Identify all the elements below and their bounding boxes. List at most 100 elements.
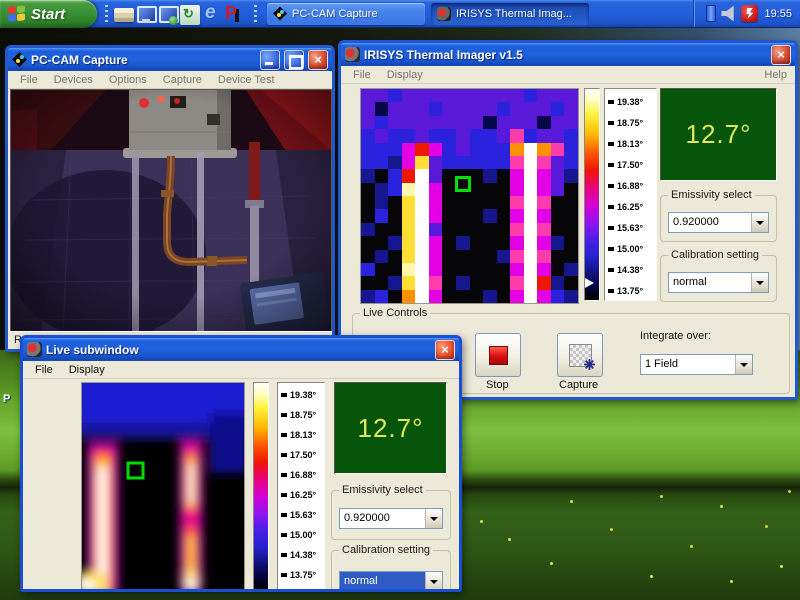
capture-icon <box>569 344 592 367</box>
taskbar-clock: 19:55 <box>764 8 792 20</box>
taskbar-grip[interactable] <box>105 5 108 22</box>
wallpaper-flowers <box>480 520 483 523</box>
scale-tick-icon <box>608 226 614 230</box>
dropdown-button[interactable] <box>751 273 768 292</box>
thermal-image-main[interactable] <box>360 88 579 304</box>
start-button-label: Start <box>31 6 65 23</box>
irisys-window-title: IRISYS Thermal Imager v1.5 <box>364 48 767 62</box>
volume-icon[interactable] <box>721 5 738 22</box>
scale-label: 16.88° <box>281 465 324 485</box>
scale-tick-icon <box>608 205 614 209</box>
temperature-value: 12.7° <box>357 413 423 444</box>
irisys-titlebar[interactable]: IRISYS Thermal Imager v1.5 × <box>341 43 795 66</box>
recycle-icon[interactable] <box>180 5 200 25</box>
pccam-app-icon <box>12 52 27 67</box>
emissivity-select[interactable]: 0.920000 <box>668 212 769 233</box>
close-button[interactable]: × <box>771 45 791 65</box>
chevron-down-icon <box>740 363 748 367</box>
pccam-icon <box>273 7 287 21</box>
dropdown-button[interactable] <box>425 509 442 528</box>
temperature-scale: 19.38°18.75°18.13°17.50°16.88°16.25°15.6… <box>604 88 657 301</box>
scale-tick-icon <box>608 163 614 167</box>
chevron-down-icon <box>756 281 764 285</box>
menu-item-display[interactable]: Display <box>379 69 431 81</box>
scale-label: 14.38° <box>281 545 324 565</box>
chevron-down-icon <box>430 580 438 584</box>
scale-tick-icon <box>281 553 287 557</box>
emissivity-value: 0.920000 <box>340 509 425 528</box>
taskbar-grip[interactable] <box>254 5 257 22</box>
subwindow-titlebar[interactable]: Live subwindow × <box>23 338 459 361</box>
menu-item-capture[interactable]: Capture <box>155 74 210 86</box>
close-button[interactable]: × <box>308 50 328 70</box>
scale-tick-icon <box>608 268 614 272</box>
screen: P PC-CAM Capture × FileDevicesOptionsCap… <box>0 0 800 600</box>
start-button[interactable]: Start <box>0 0 97 28</box>
subwindow-menubar: FileDisplay <box>23 361 459 379</box>
menu-item-options[interactable]: Options <box>101 74 155 86</box>
taskbar-task-pc-cam-capture[interactable]: PC-CAM Capture <box>267 3 425 25</box>
irisys-icon <box>437 7 451 21</box>
scale-label: 18.13° <box>608 133 656 154</box>
pccam-video-view[interactable] <box>10 89 332 332</box>
colorbar-pointer-icon <box>585 278 594 288</box>
menu-item-file[interactable]: File <box>12 74 46 86</box>
live-subwindow: Live subwindow × FileDisplay <box>20 335 462 592</box>
device-icon[interactable] <box>706 5 716 22</box>
minimize-button[interactable] <box>260 50 280 70</box>
temperature-readout: 12.7° <box>660 88 777 181</box>
live-controls-label: Live Controls <box>360 307 430 319</box>
stop-button-label: Stop <box>486 379 509 391</box>
task-label: PC-CAM Capture <box>292 8 378 20</box>
printer-icon[interactable] <box>114 8 134 22</box>
close-button[interactable]: × <box>435 340 455 360</box>
chevron-down-icon <box>756 221 764 225</box>
pccam-titlebar[interactable]: PC-CAM Capture × <box>8 48 332 71</box>
ie-icon[interactable] <box>202 4 222 24</box>
scale-tick-icon <box>608 142 614 146</box>
alert-icon[interactable] <box>741 5 758 22</box>
task-label: IRISYS Thermal Imag... <box>456 8 572 20</box>
thermal-image-sub[interactable] <box>81 382 245 590</box>
dropdown-button[interactable] <box>425 572 442 591</box>
scale-label: 13.75° <box>608 280 656 301</box>
capture-button[interactable] <box>557 333 603 377</box>
menu-item-devices[interactable]: Devices <box>46 74 101 86</box>
dropdown-button[interactable] <box>751 213 768 232</box>
menu-item-help[interactable]: Help <box>756 69 795 81</box>
computer-icon[interactable] <box>136 5 156 25</box>
scale-tick-icon <box>608 121 614 125</box>
scale-label: 17.50° <box>608 154 656 175</box>
irisys-menubar: FileDisplay Help <box>341 66 795 84</box>
taskbar-task-irisys-thermal-imag[interactable]: IRISYS Thermal Imag... <box>431 3 589 25</box>
scale-tick-icon <box>608 184 614 188</box>
subwindow-app-icon <box>27 342 42 357</box>
capture-button-label: Capture <box>559 379 598 391</box>
scale-tick-icon <box>608 289 614 293</box>
integrate-over-select[interactable]: 1 Field <box>640 354 753 375</box>
calibration-select-sub[interactable]: normal <box>339 571 443 592</box>
windows-logo-icon <box>8 5 26 24</box>
irisys-app-icon <box>345 47 360 62</box>
menu-item-file[interactable]: File <box>345 69 379 81</box>
menu-item-display[interactable]: Display <box>61 364 113 376</box>
temperature-colorbar <box>584 88 600 301</box>
thermal-cursor[interactable] <box>455 176 471 192</box>
pccam-window: PC-CAM Capture × FileDevicesOptionsCaptu… <box>5 45 335 352</box>
taskbar: Start PC-CAM Capture IRISYS Thermal Imag.… <box>0 0 800 28</box>
maximize-button[interactable] <box>284 50 304 70</box>
desktop-icon-label-fragment[interactable]: P <box>3 393 10 405</box>
menu-item-file[interactable]: File <box>27 364 61 376</box>
calibration-select[interactable]: normal <box>668 272 769 293</box>
stop-button[interactable] <box>475 333 521 377</box>
temperature-colorbar-sub <box>253 382 269 590</box>
dropdown-button[interactable] <box>735 355 752 374</box>
emissivity-select-sub[interactable]: 0.920000 <box>339 508 443 529</box>
scale-label: 16.25° <box>281 485 324 505</box>
emissivity-label: Emissivity select <box>668 189 755 201</box>
subwindow-title: Live subwindow <box>46 343 431 357</box>
menu-item-device-test[interactable]: Device Test <box>210 74 283 86</box>
network-icon[interactable] <box>158 5 178 25</box>
temperature-value: 12.7° <box>685 119 751 150</box>
psp-icon[interactable] <box>224 4 244 24</box>
